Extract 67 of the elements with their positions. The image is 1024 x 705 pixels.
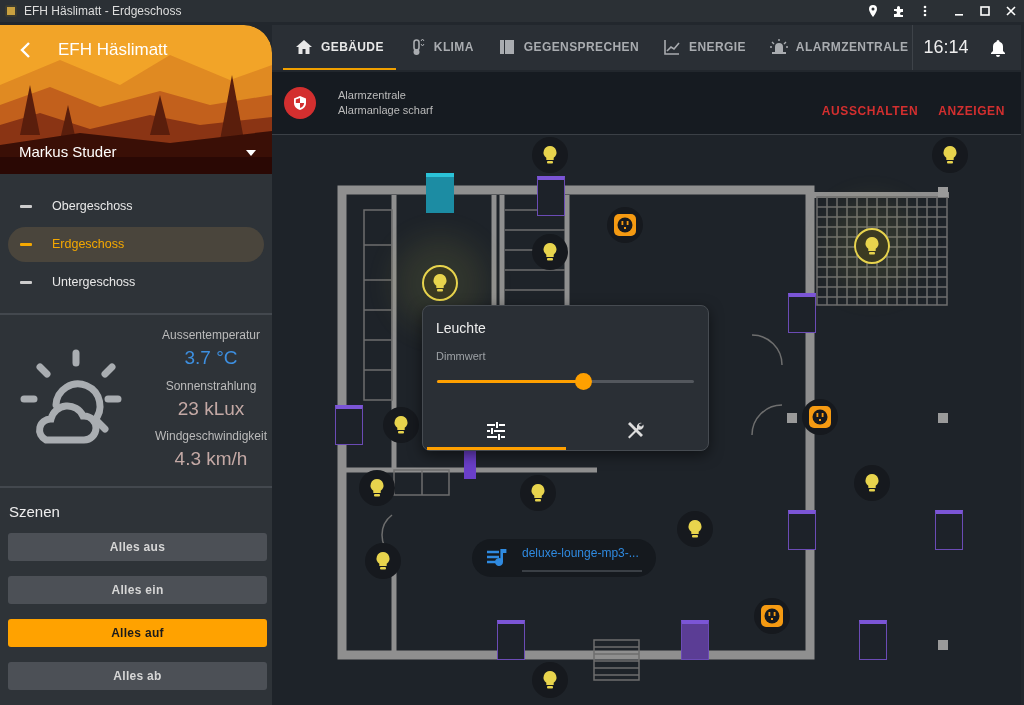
- location-pin-icon[interactable]: [866, 4, 880, 18]
- clock: 16:14: [923, 36, 969, 59]
- chart-icon: [663, 37, 682, 56]
- scene-button[interactable]: Alles auf: [8, 619, 267, 647]
- power-outlet-icon[interactable]: [607, 207, 643, 243]
- track-title: deluxe-lounge-mp3-...: [522, 545, 640, 562]
- light-bulb-icon[interactable]: [932, 137, 968, 173]
- alarm-action-button[interactable]: AUSSCHALTEN: [811, 102, 929, 120]
- reading-label: Windgeschwindigkeit: [154, 428, 268, 446]
- window-shutter-icon[interactable]: [335, 405, 363, 445]
- floor-item[interactable]: Erdgeschoss: [8, 226, 264, 262]
- user-name: Markus Studer: [19, 142, 117, 163]
- floor-item[interactable]: Untergeschoss: [8, 264, 264, 300]
- light-bulb-icon[interactable]: [854, 228, 890, 264]
- window-shutter-icon[interactable]: [935, 510, 963, 550]
- nav-tab[interactable]: ENERGIE: [651, 25, 758, 70]
- alarm-action-button[interactable]: ANZEIGEN: [928, 102, 1015, 120]
- light-bulb-icon[interactable]: [520, 475, 556, 511]
- reading-label: Sonnenstrahlung: [165, 377, 257, 395]
- reading-value: 23 kLux: [177, 396, 245, 421]
- nav-tab[interactable]: KLIMA: [395, 25, 486, 70]
- nav-tab[interactable]: GEGENSPRECHEN: [485, 25, 652, 70]
- nav-tab[interactable]: GEBÄUDE: [283, 25, 396, 70]
- alarm-shield-icon: [284, 87, 316, 119]
- light-bulb-icon[interactable]: [854, 465, 890, 501]
- siren-icon: [769, 37, 788, 56]
- nav-tab[interactable]: ALARMZENTRALE: [757, 25, 913, 70]
- light-bulb-icon[interactable]: [532, 234, 568, 270]
- notification-bell-icon[interactable]: [990, 38, 1007, 57]
- reading-value: 4.3 km/h: [174, 447, 248, 472]
- power-outlet-icon[interactable]: [802, 399, 838, 435]
- window-shutter-icon[interactable]: [788, 293, 816, 333]
- home-icon: [295, 37, 313, 56]
- window-title: EFH Häslimatt - Erdgeschoss: [24, 3, 182, 20]
- alarm-status: Alarmanlage scharf: [338, 103, 433, 118]
- light-bulb-icon[interactable]: [359, 470, 395, 506]
- maximize-icon[interactable]: [978, 4, 992, 18]
- close-icon[interactable]: [1004, 4, 1018, 18]
- media-chip[interactable]: deluxe-lounge-mp3-...: [472, 539, 656, 577]
- scene-button[interactable]: Alles ab: [8, 662, 267, 690]
- slider-label: Dimmwert: [436, 349, 487, 364]
- light-bulb-icon[interactable]: [383, 407, 419, 443]
- dash-icon: [20, 204, 32, 208]
- power-outlet-icon[interactable]: [754, 598, 790, 634]
- sliders-icon: [486, 420, 507, 441]
- light-bulb-icon[interactable]: [532, 662, 568, 698]
- light-bulb-icon[interactable]: [365, 543, 401, 579]
- popup-title: Leuchte: [436, 319, 487, 338]
- reading-label: Aussentemperatur: [161, 327, 261, 345]
- app-icon: [4, 4, 18, 18]
- window-shutter-icon[interactable]: [788, 510, 816, 550]
- door-icon: [497, 37, 516, 56]
- dash-icon: [20, 280, 32, 284]
- scene-button[interactable]: Alles ein: [8, 576, 267, 604]
- light-bulb-icon[interactable]: [677, 511, 713, 547]
- alarm-title: Alarmzentrale: [338, 88, 407, 103]
- puzzle-icon[interactable]: [892, 4, 906, 18]
- sidebar-title: EFH Häslimatt: [58, 39, 168, 61]
- reading-value: 3.7 °C: [184, 346, 238, 371]
- scene-button[interactable]: Alles aus: [8, 533, 267, 561]
- floor-item[interactable]: Obergeschoss: [8, 188, 264, 224]
- window-shutter-icon[interactable]: [859, 620, 887, 660]
- light-bulb-icon[interactable]: [532, 137, 568, 173]
- dash-icon: [20, 242, 32, 246]
- section-title: Szenen: [8, 501, 61, 522]
- light-bulb-icon[interactable]: [422, 265, 458, 301]
- window-shutter-icon[interactable]: [497, 620, 525, 660]
